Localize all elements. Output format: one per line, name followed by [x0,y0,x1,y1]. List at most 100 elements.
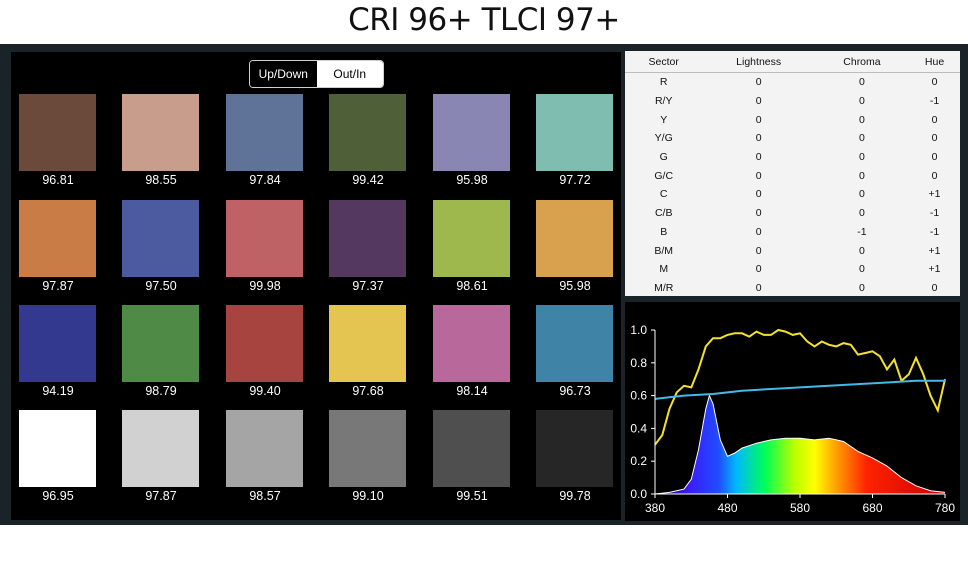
color-patch [329,200,406,277]
patch-value-label: 99.40 [249,384,281,398]
table-header-hue: Hue [909,51,960,73]
table-cell-lightness: 0 [755,169,762,182]
table-header-lightness: Lightness [702,51,815,73]
table-cell-sector: C [659,188,668,201]
toggle-up-down[interactable]: Up/Down [250,61,317,87]
table-cell-lightness: 0 [755,244,762,257]
orientation-toggle[interactable]: Up/Down Out/In [249,60,384,88]
table-cell-hue: 0 [931,151,938,164]
table-cell-chroma: 0 [859,263,865,276]
color-patch [536,410,613,487]
color-patch [226,200,303,277]
table-cell-sector: C/B [654,207,673,220]
table-cell-hue: -1 [929,207,940,220]
table-row: C 0 0 +1 [625,185,960,204]
toggle-out-in[interactable]: Out/In [316,61,383,87]
table-cell-sector: B [660,225,668,238]
spectrum-chart: 1.0 0.8 0.6 0.4 0.2 0.0380 480 580 680 780 [630,323,955,515]
patch-value-label: 97.84 [249,173,281,187]
table-cell-sector: Y [660,113,668,126]
patch-value-label: 97.72 [559,173,591,187]
table-cell-sector: M/R [654,281,674,294]
patch-value-label: 99.42 [352,173,384,187]
table-row: C/B 0 0 -1 [625,204,960,223]
color-patch [226,94,303,171]
patch-value-label: 97.68 [352,384,384,398]
patch-value-label: 99.51 [456,489,488,503]
table-cell-hue: -1 [929,225,940,238]
patch-value-label: 96.81 [42,173,74,187]
patch-value-label: 98.14 [456,384,488,398]
color-patch [226,410,303,487]
table-cell-lightness: 0 [755,207,762,220]
patch-value-label: 97.50 [145,279,177,293]
table-cell-sector: G/C [654,169,674,182]
table-cell-chroma: 0 [859,151,865,164]
patch-value-label: 98.55 [145,173,177,187]
table-cell-sector: R [659,76,668,89]
table-cell-lightness: 0 [755,95,762,108]
table-row: Y 0 0 0 [625,110,960,129]
x-tick-label: 780 [935,501,955,515]
y-tick-label: 0.4 [630,421,647,435]
patch-value-label: 95.98 [559,279,591,293]
color-patch [433,200,510,277]
table-cell-lightness: 0 [755,132,762,145]
color-patch [536,305,613,382]
patch-value-label: 98.79 [145,384,177,398]
color-patch [122,305,199,382]
y-tick-label: 0.8 [630,356,647,370]
table-cell-chroma: 0 [859,113,865,126]
table-row: G 0 0 0 [625,148,960,167]
table-cell-hue: 0 [931,132,938,145]
color-patch [433,305,510,382]
table-row: Y/G 0 0 0 [625,129,960,148]
table-cell-hue: +1 [928,263,941,276]
table-cell-sector: Y/G [654,132,673,145]
table-cell-lightness: 0 [755,188,762,201]
y-tick-label: 0.6 [630,389,647,403]
table-cell-chroma: 0 [859,207,865,220]
table-cell-hue: -1 [929,95,940,108]
x-tick-label: 480 [717,501,737,515]
table-cell-hue: 0 [931,76,938,89]
table-cell-sector: G [659,151,668,164]
color-patch [19,410,96,487]
patch-value-label: 97.87 [145,489,177,503]
y-tick-label: 1.0 [630,323,647,337]
color-patch [433,410,510,487]
bottom-whitespace [0,525,968,577]
y-tick-label: 0.2 [630,454,647,468]
patch-value-label: 98.57 [249,489,281,503]
x-tick-label: 680 [862,501,882,515]
table-cell-lightness: 0 [755,263,762,276]
table-cell-chroma: 0 [859,281,865,294]
table-cell-hue: 0 [931,281,938,294]
table-row: G/C 0 0 0 [625,166,960,185]
color-patch [536,94,613,171]
table-row: M/R 0 0 0 [625,279,960,298]
color-patch [19,200,96,277]
table-cell-chroma: 0 [859,169,865,182]
color-patch [122,94,199,171]
page-title: CRI 96+ TLCI 97+ [348,2,620,38]
table-header-chroma: Chroma [814,51,910,73]
table-cell-chroma: 0 [859,188,865,201]
table-cell-hue: 0 [931,113,938,126]
color-patch [226,305,303,382]
patch-value-label: 94.19 [42,384,74,398]
table-row: R 0 0 0 [625,73,960,92]
y-tick-label: 0.0 [630,487,647,501]
table-cell-lightness: 0 [755,281,762,294]
table-cell-hue: +1 [928,188,941,201]
table-cell-chroma: 0 [859,244,865,257]
color-patch [122,200,199,277]
table-row: B 0 -1 -1 [625,223,960,242]
table-cell-lightness: 0 [755,151,762,164]
tm30-sector-table: Sector Lightness Chroma Hue R 0 0 0 R/Y 0 0 -1 Y… [625,51,960,296]
patch-value-label: 96.95 [42,489,74,503]
table-row: B/M 0 0 +1 [625,241,960,260]
patch-value-label: 97.37 [352,279,384,293]
table-cell-hue: 0 [931,169,938,182]
patch-value-label: 99.98 [249,279,281,293]
